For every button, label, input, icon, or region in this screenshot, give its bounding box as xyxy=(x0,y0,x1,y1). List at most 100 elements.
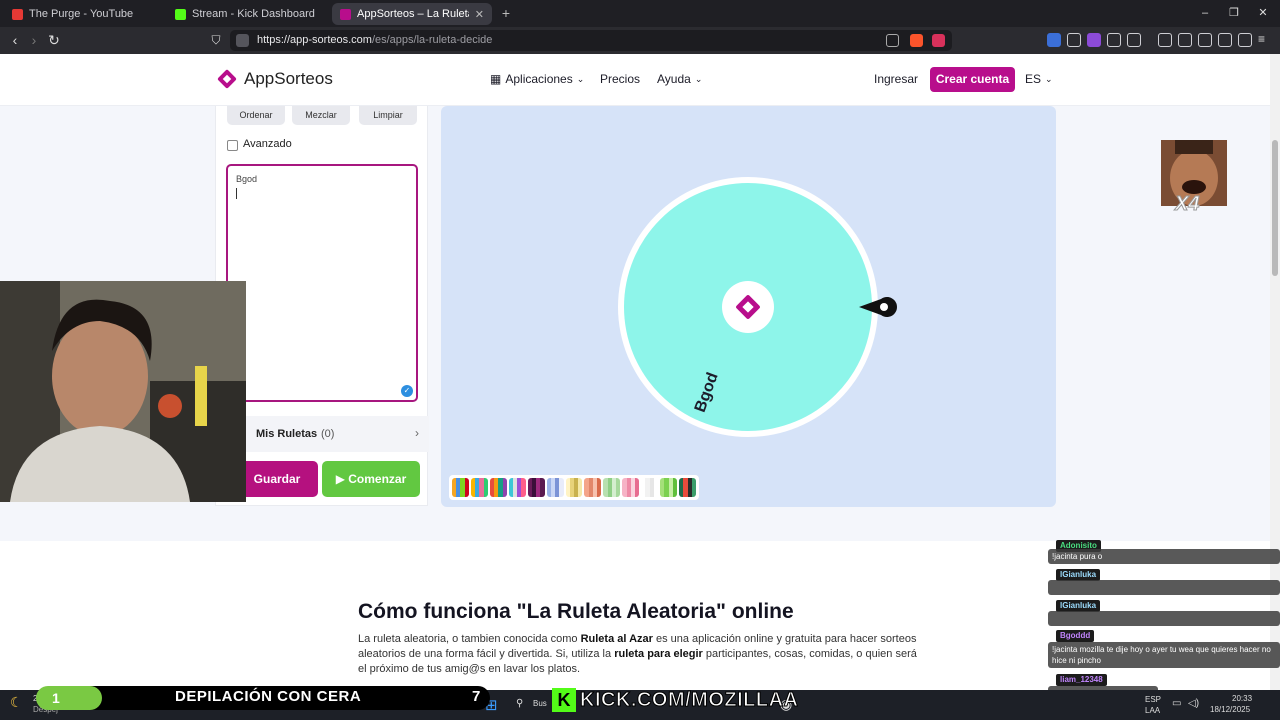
avanzado-label: Avanzado xyxy=(243,138,292,150)
nav-precios[interactable]: Precios xyxy=(600,72,640,86)
palette-swatch[interactable] xyxy=(565,478,583,497)
kick-url: KICK.COM/MOZILLAA xyxy=(579,688,799,711)
chevron-down-icon: ⌄ xyxy=(694,73,703,84)
extension-icon[interactable] xyxy=(1067,33,1081,47)
brave-rewards-icon[interactable] xyxy=(932,34,945,47)
chevron-down-icon: ⌄ xyxy=(1045,73,1053,84)
palette-selector xyxy=(449,475,699,500)
tab-youtube[interactable]: The Purge - YouTube xyxy=(4,3,162,25)
mis-ruletas-row[interactable]: Mis Ruletas (0) › xyxy=(216,416,429,452)
back-icon[interactable]: ‹ xyxy=(7,32,23,48)
url-text: https://app-sorteos.com/es/apps/la-rulet… xyxy=(257,34,493,46)
mis-ruletas-count: (0) xyxy=(321,428,335,440)
browser-toolbar: ‹ › ↻ ⛉ https://app-sorteos.com/es/apps/… xyxy=(0,27,1280,54)
nav-aplicaciones[interactable]: ▦ Aplicaciones ⌄ xyxy=(490,72,584,86)
comenzar-button[interactable]: ▶ Comenzar xyxy=(322,461,420,497)
entries-textarea[interactable]: Bgod ✓ xyxy=(226,164,418,402)
chat-message: !jacinta mozilla te dije hoy o ayer tu w… xyxy=(1048,642,1280,668)
wallet-icon[interactable] xyxy=(1198,33,1212,47)
ticker-number-2: 7 xyxy=(472,688,481,705)
menu-icon[interactable]: ≡ xyxy=(1258,33,1272,47)
tab-appsorteos[interactable]: AppSorteos – La Ruleta de la Su… ✕ xyxy=(332,3,492,25)
volume-icon[interactable]: ◁) xyxy=(1188,698,1199,709)
palette-swatch[interactable] xyxy=(452,478,469,497)
nav-ayuda-label: Ayuda xyxy=(657,72,691,86)
check-icon: ✓ xyxy=(401,385,413,397)
appsorteos-icon xyxy=(340,8,351,20)
palette-swatch[interactable] xyxy=(527,478,545,497)
wheel-editor-panel: Ordenar Mezclar Limpiar Avanzado Bgod ✓ … xyxy=(215,106,429,506)
avanzado-checkbox[interactable] xyxy=(227,140,238,151)
puzzle-icon[interactable] xyxy=(1107,33,1121,47)
new-tab-button[interactable]: + xyxy=(498,5,514,21)
emote-multiplier: X4 xyxy=(1174,193,1200,216)
close-tab-icon[interactable]: ✕ xyxy=(475,8,484,21)
palette-swatch[interactable] xyxy=(641,478,659,497)
palette-swatch[interactable] xyxy=(584,478,602,497)
palette-swatch[interactable] xyxy=(660,478,678,497)
language-label: ES xyxy=(1025,72,1042,86)
scrollbar-thumb[interactable] xyxy=(1272,140,1278,276)
webcam-overlay xyxy=(0,281,246,502)
limpiar-button[interactable]: Limpiar xyxy=(359,106,417,125)
guardar-button[interactable]: Guardar xyxy=(236,461,318,497)
wheel-panel: Bgod xyxy=(441,106,1056,507)
search-icon[interactable]: ⚲ xyxy=(516,698,523,709)
extension-icon[interactable] xyxy=(1087,33,1101,47)
palette-swatch[interactable] xyxy=(470,478,488,497)
taskbar-search-label[interactable]: Bus xyxy=(533,699,547,708)
palette-swatch[interactable] xyxy=(546,478,564,497)
close-window-button[interactable]: ✕ xyxy=(1256,6,1270,20)
logo-text-app: App xyxy=(244,69,275,88)
minimize-button[interactable]: – xyxy=(1198,6,1212,20)
clock-time[interactable]: 20:33 xyxy=(1232,694,1252,703)
palette-swatch[interactable] xyxy=(622,478,640,497)
vpn-icon[interactable] xyxy=(1238,33,1252,47)
wheel-graphic[interactable]: Bgod xyxy=(441,106,1056,471)
site-header: AppSorteos ▦ Aplicaciones ⌄ Precios Ayud… xyxy=(0,54,1270,106)
tab-manager-icon[interactable] xyxy=(1127,33,1141,47)
palette-swatch[interactable] xyxy=(603,478,621,497)
chat-username: liam_12348 xyxy=(1056,674,1107,686)
article-title: Cómo funciona "La Ruleta Aleatoria" onli… xyxy=(358,600,794,623)
share-icon[interactable] xyxy=(886,34,899,47)
reload-icon[interactable]: ↻ xyxy=(46,32,62,48)
sidebar-icon[interactable] xyxy=(1178,33,1192,47)
promo-ticker: 1 DEPILACIÓN CON CERA 7 xyxy=(36,686,490,710)
ordenar-button[interactable]: Ordenar xyxy=(227,106,285,125)
forward-icon[interactable]: › xyxy=(26,32,42,48)
brave-shield-icon[interactable] xyxy=(910,34,923,47)
text-caret xyxy=(236,188,237,199)
logo-text-sorteos: Sorteos xyxy=(274,69,333,88)
tab-kick-dashboard[interactable]: Stream - Kick Dashboard xyxy=(167,3,325,25)
language-indicator[interactable]: ESP xyxy=(1145,695,1161,704)
weather-icon: ☾ xyxy=(10,694,23,710)
network-icon[interactable]: ▭ xyxy=(1172,698,1181,709)
palette-swatch[interactable] xyxy=(489,478,507,497)
appsorteos-logo-icon xyxy=(215,67,239,91)
palette-swatch[interactable] xyxy=(508,478,526,497)
music-icon[interactable] xyxy=(1158,33,1172,47)
keyboard-indicator[interactable]: LAA xyxy=(1145,706,1160,715)
address-bar[interactable]: https://app-sorteos.com/es/apps/la-rulet… xyxy=(230,30,952,51)
nav-ayuda[interactable]: Ayuda ⌄ xyxy=(657,72,702,86)
tab-title: AppSorteos – La Ruleta de la Su… xyxy=(357,8,469,20)
palette-swatch[interactable] xyxy=(679,478,696,497)
kick-banner: K KICK.COM/MOZILLAA xyxy=(552,686,798,714)
entry-line: Bgod xyxy=(236,174,258,184)
site-settings-icon[interactable] xyxy=(236,34,249,47)
translate-icon[interactable] xyxy=(1047,33,1061,47)
nav-ingresar[interactable]: Ingresar xyxy=(874,72,918,86)
mezclar-button[interactable]: Mezclar xyxy=(292,106,350,125)
youtube-icon xyxy=(12,8,23,20)
clock-date[interactable]: 18/12/2025 xyxy=(1210,705,1250,714)
bookmark-icon[interactable]: ⛉ xyxy=(208,32,224,48)
appsorteos-logo[interactable]: AppSorteos xyxy=(215,67,333,91)
leo-ai-icon[interactable] xyxy=(1218,33,1232,47)
mis-ruletas-label: Mis Ruletas xyxy=(256,428,318,440)
chat-message xyxy=(1048,611,1280,626)
kick-logo-icon: K xyxy=(552,688,576,712)
crear-cuenta-button[interactable]: Crear cuenta xyxy=(930,67,1015,92)
maximize-button[interactable]: ❐ xyxy=(1227,6,1241,20)
language-selector[interactable]: ES ⌄ xyxy=(1025,72,1053,86)
